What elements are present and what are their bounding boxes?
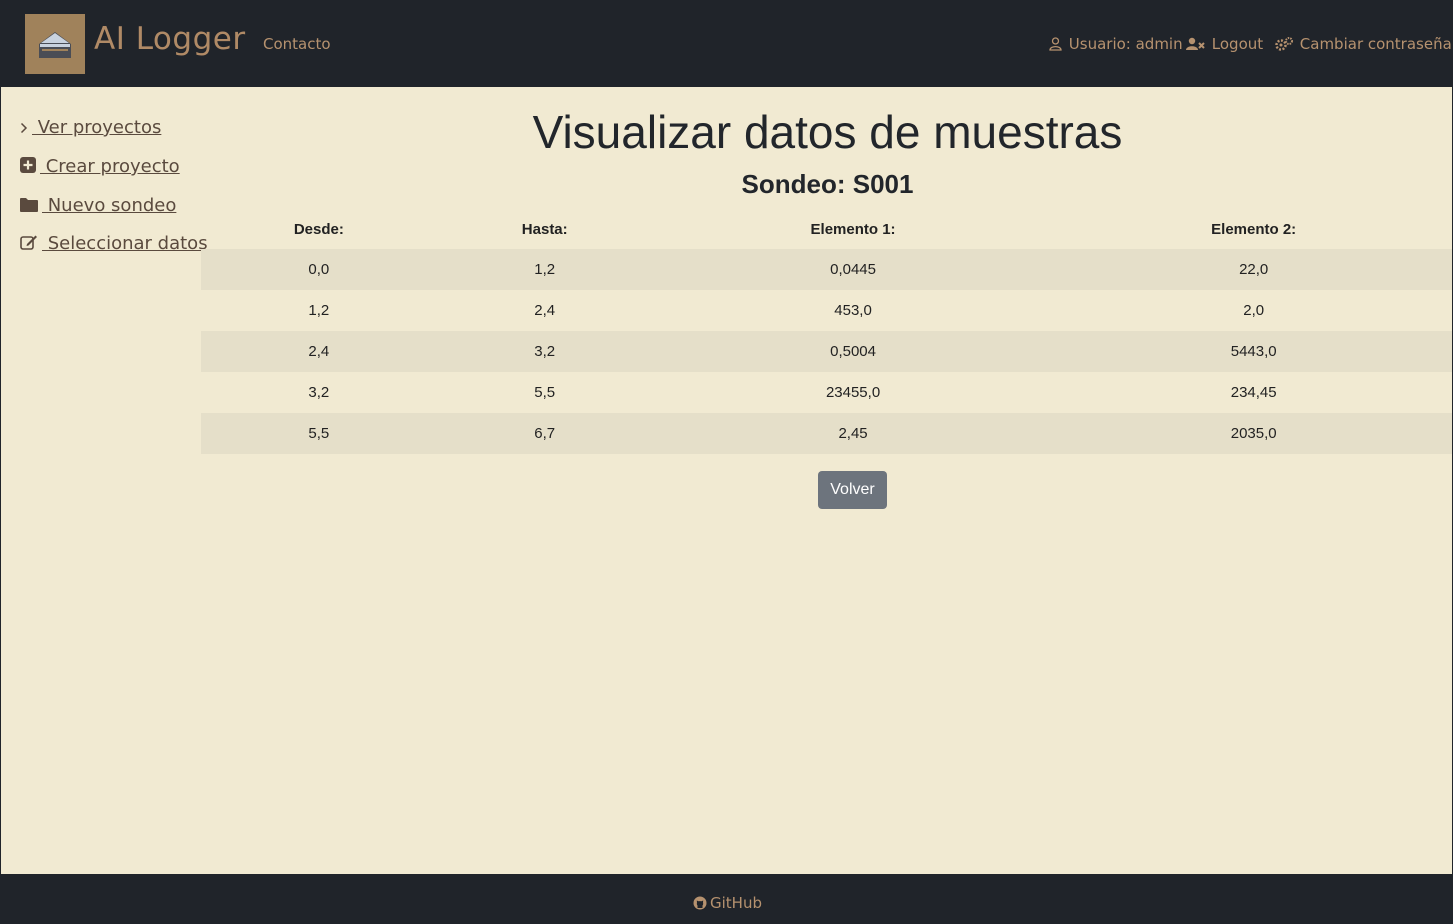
app-brand[interactable]: AI Logger <box>94 21 246 57</box>
nav-user-label: Usuario: admin <box>1068 35 1183 53</box>
table-cell: 5,5 <box>534 384 556 401</box>
back-button[interactable]: Volver <box>818 471 887 509</box>
table-cell: 2,45 <box>652 413 1054 454</box>
column-header-elemento-2: Elemento 2: <box>1211 220 1297 238</box>
cogs-icon <box>1275 35 1300 53</box>
github-link[interactable]: GitHub <box>693 894 762 912</box>
sidebar-item-seleccionar-datos[interactable]: Seleccionar datos <box>20 233 208 254</box>
table-cell: 234,45 <box>1230 384 1277 401</box>
folder-icon <box>20 195 42 216</box>
app-window: AI Logger Contacto Usuario: admin Logout… <box>0 0 1453 924</box>
chevron-right-icon <box>20 117 32 138</box>
nav-change-password-label: Cambiar contraseña <box>1299 35 1452 53</box>
edit-icon <box>20 233 42 254</box>
table-cell: 22,0 <box>1053 249 1452 290</box>
github-icon <box>693 894 710 912</box>
table-row: 3,2 5,5 23455,0 234,45 <box>201 372 1452 413</box>
table-cell: 5,5 <box>201 413 437 454</box>
page-title: Visualizar datos de muestras <box>532 106 1123 158</box>
samples-table: Desde: Hasta: Elemento 1: Elemento 2: 0,… <box>201 209 1452 454</box>
footer: GitHub <box>1 874 1452 923</box>
user-icon <box>1049 35 1069 53</box>
nav-user-link[interactable]: Usuario: admin <box>1049 35 1183 53</box>
plus-square-icon <box>20 156 40 177</box>
table-cell: 1,2 <box>436 249 653 290</box>
app-logo[interactable] <box>25 14 85 74</box>
top-navbar: AI Logger Contacto Usuario: admin Logout… <box>1 1 1452 87</box>
github-label: GitHub <box>710 894 762 912</box>
table-cell: 3,2 <box>308 384 330 401</box>
sidebar-item-label: Ver proyectos <box>32 117 162 138</box>
table-cell: 3,2 <box>436 331 653 372</box>
table-row: 1,2 2,4 453,0 2,0 <box>201 290 1452 331</box>
nav-contact-link[interactable]: Contacto <box>263 35 331 53</box>
table-cell: 23455,0 <box>825 384 881 401</box>
user-times-icon <box>1186 35 1212 53</box>
table-cell: 453,0 <box>834 302 872 319</box>
sidebar-item-ver-proyectos[interactable]: Ver proyectos <box>20 117 161 138</box>
table-row: 2,4 3,2 0,5004 5443,0 <box>201 331 1452 372</box>
sidebar-item-label: Seleccionar datos <box>42 233 208 254</box>
column-header-desde: Desde: <box>293 220 344 238</box>
column-header-elemento-1: Elemento 1: <box>810 220 896 238</box>
nav-logout-label: Logout <box>1211 35 1264 53</box>
table-cell: 2,0 <box>1243 302 1265 319</box>
table-header-row: Desde: Hasta: Elemento 1: Elemento 2: <box>201 209 1452 249</box>
table-cell: 2,4 <box>534 302 556 319</box>
column-header-hasta: Hasta: <box>521 220 568 238</box>
table-cell: 1,2 <box>308 302 330 319</box>
page-subtitle: Sondeo: S001 <box>741 169 914 199</box>
nav-logout-link[interactable]: Logout <box>1186 35 1263 53</box>
table-cell: 2,4 <box>201 331 437 372</box>
table-cell: 5443,0 <box>1053 331 1452 372</box>
table-row: 5,5 6,7 2,45 2035,0 <box>201 413 1452 454</box>
sidebar-item-label: Nuevo sondeo <box>42 195 177 216</box>
sidebar-item-label: Crear proyecto <box>40 156 180 177</box>
sidebar-item-crear-proyecto[interactable]: Crear proyecto <box>20 156 180 177</box>
nav-change-password-link[interactable]: Cambiar contraseña <box>1275 35 1452 53</box>
table-row: 0,0 1,2 0,0445 22,0 <box>201 249 1452 290</box>
table-cell: 0,0445 <box>652 249 1054 290</box>
table-cell: 2035,0 <box>1053 413 1452 454</box>
sidebar-item-nuevo-sondeo[interactable]: Nuevo sondeo <box>20 195 176 216</box>
table-cell: 0,0 <box>201 249 437 290</box>
table-cell: 6,7 <box>436 413 653 454</box>
table-cell: 0,5004 <box>652 331 1054 372</box>
